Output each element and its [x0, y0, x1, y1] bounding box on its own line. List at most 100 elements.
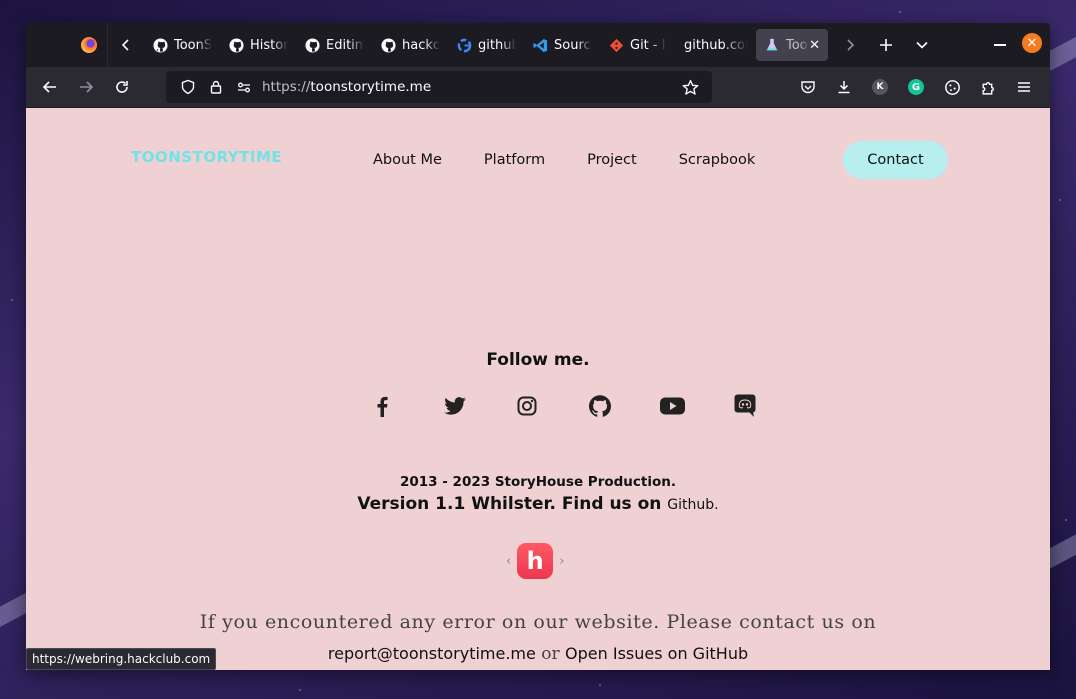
site-nav: About Me Platform Project Scrapbook	[373, 152, 797, 168]
or-text: or	[535, 644, 566, 664]
shield-icon[interactable]	[174, 79, 202, 95]
tab-label: github	[478, 37, 516, 53]
browser-window: ToonStoryTime History Editing hackclub g…	[26, 23, 1050, 670]
error-report-message: If you encountered any error on our webs…	[199, 611, 877, 633]
webring-prev-link[interactable]: ‹	[506, 554, 511, 569]
cookie-extension-button[interactable]	[934, 71, 970, 103]
plus-icon	[880, 39, 892, 51]
tab[interactable]: Source	[524, 29, 600, 61]
tab[interactable]: Git - I	[600, 29, 676, 61]
firefox-logo-icon	[81, 37, 97, 53]
extension-k-button[interactable]: K	[862, 71, 898, 103]
google-icon	[456, 37, 472, 53]
tabs-scroll-left-button[interactable]	[108, 23, 144, 67]
nav-platform[interactable]: Platform	[484, 152, 545, 168]
grammarly-icon: G	[908, 79, 924, 95]
back-button[interactable]	[32, 71, 68, 103]
tab-label: History	[250, 37, 288, 53]
vscode-icon	[532, 37, 548, 53]
tab[interactable]: github.com	[676, 29, 756, 61]
tab-bar: ToonStoryTime History Editing hackclub g…	[26, 23, 1050, 67]
social-links	[346, 394, 781, 418]
list-all-tabs-button[interactable]	[904, 29, 940, 61]
github-icon	[152, 37, 168, 53]
tab[interactable]: History	[220, 29, 296, 61]
pocket-icon	[801, 81, 815, 94]
minimize-window-button[interactable]	[994, 44, 1006, 46]
hackclub-logo-icon[interactable]: h	[517, 543, 554, 579]
download-icon	[838, 81, 850, 94]
url-host: toonstorytime.me	[310, 79, 432, 95]
grammarly-button[interactable]: G	[898, 71, 934, 103]
tab[interactable]: Editing	[296, 29, 372, 61]
close-window-button[interactable]: ✕	[1022, 33, 1042, 53]
web-page: TOONSTORYTIME About Me Platform Project …	[26, 108, 1050, 670]
facebook-icon[interactable]	[346, 394, 419, 418]
youtube-icon[interactable]	[636, 394, 709, 418]
discord-icon[interactable]	[709, 394, 782, 418]
tab-label: Editing	[326, 37, 364, 53]
lock-icon[interactable]	[202, 79, 230, 95]
url-text[interactable]: https://toonstorytime.me	[262, 79, 676, 95]
firefox-view[interactable]	[26, 23, 108, 67]
git-icon	[608, 37, 624, 53]
app-menu-button[interactable]	[1006, 71, 1042, 103]
extension-k-icon: K	[872, 79, 888, 95]
github-icon[interactable]	[564, 394, 637, 418]
nav-about-me[interactable]: About Me	[373, 152, 442, 168]
webring-next-link[interactable]: ›	[559, 554, 564, 569]
tab-label: hackclub	[402, 37, 440, 53]
downloads-button[interactable]	[826, 71, 862, 103]
tab[interactable]: ToonStoryTime	[144, 29, 220, 61]
forward-button[interactable]	[68, 71, 104, 103]
github-icon	[304, 37, 320, 53]
tab[interactable]: hackclub	[372, 29, 448, 61]
navigation-toolbar: https://toonstorytime.me K G	[26, 67, 1050, 107]
url-protocol: https://	[262, 79, 311, 95]
hamburger-menu-icon	[1018, 82, 1030, 92]
version-period: .	[714, 497, 719, 513]
chevron-left-icon	[121, 39, 129, 51]
report-email-link[interactable]: report@toonstorytime.me	[328, 644, 536, 663]
site-logo[interactable]: TOONSTORYTIME	[131, 148, 282, 166]
tab-label: ToonStoryTime	[174, 37, 212, 53]
reload-button[interactable]	[104, 71, 140, 103]
chevron-right-icon	[847, 39, 855, 51]
new-tab-button[interactable]	[868, 29, 904, 61]
version-text: Version 1.1 Whilster. Find us on	[357, 494, 668, 514]
chevron-down-icon	[916, 41, 928, 49]
tab-active[interactable]: ToonStoryTime ✕	[756, 29, 828, 61]
link-status-tooltip: https://webring.hackclub.com	[26, 648, 217, 670]
reload-icon	[116, 81, 128, 93]
github-icon	[380, 37, 396, 53]
github-icon	[228, 37, 244, 53]
tab-strip: ToonStoryTime History Editing hackclub g…	[144, 23, 828, 67]
permissions-icon[interactable]	[230, 79, 258, 95]
tab-label: Source	[554, 37, 592, 53]
tabs-scroll-right-button[interactable]	[832, 29, 868, 61]
tab-label: Git - I	[630, 37, 666, 53]
bookmark-star-icon[interactable]	[676, 79, 704, 96]
pocket-button[interactable]	[790, 71, 826, 103]
copyright-text: 2013 - 2023 StoryHouse Production.	[399, 474, 677, 490]
close-tab-icon[interactable]: ✕	[809, 38, 820, 53]
arrow-right-icon	[80, 81, 94, 93]
tab-label: ToonStoryTime	[786, 37, 809, 53]
extensions-button[interactable]	[970, 71, 1006, 103]
puzzle-icon	[981, 81, 994, 95]
url-bar[interactable]: https://toonstorytime.me	[166, 71, 712, 103]
twitter-icon[interactable]	[419, 394, 492, 418]
nav-project[interactable]: Project	[587, 152, 637, 168]
arrow-left-icon	[42, 81, 56, 93]
cookie-icon	[944, 79, 960, 95]
open-issues-link[interactable]: Open Issues on GitHub	[565, 644, 748, 663]
github-link[interactable]: Github	[667, 497, 714, 513]
tab[interactable]: github	[448, 29, 524, 61]
instagram-icon[interactable]	[491, 394, 564, 418]
flask-icon	[764, 37, 780, 53]
hackclub-webring: ‹ h ›	[506, 543, 564, 579]
contact-button[interactable]: Contact	[843, 141, 948, 179]
follow-title: Follow me.	[486, 350, 590, 370]
tab-label: github.com	[684, 37, 748, 53]
nav-scrapbook[interactable]: Scrapbook	[679, 152, 756, 168]
